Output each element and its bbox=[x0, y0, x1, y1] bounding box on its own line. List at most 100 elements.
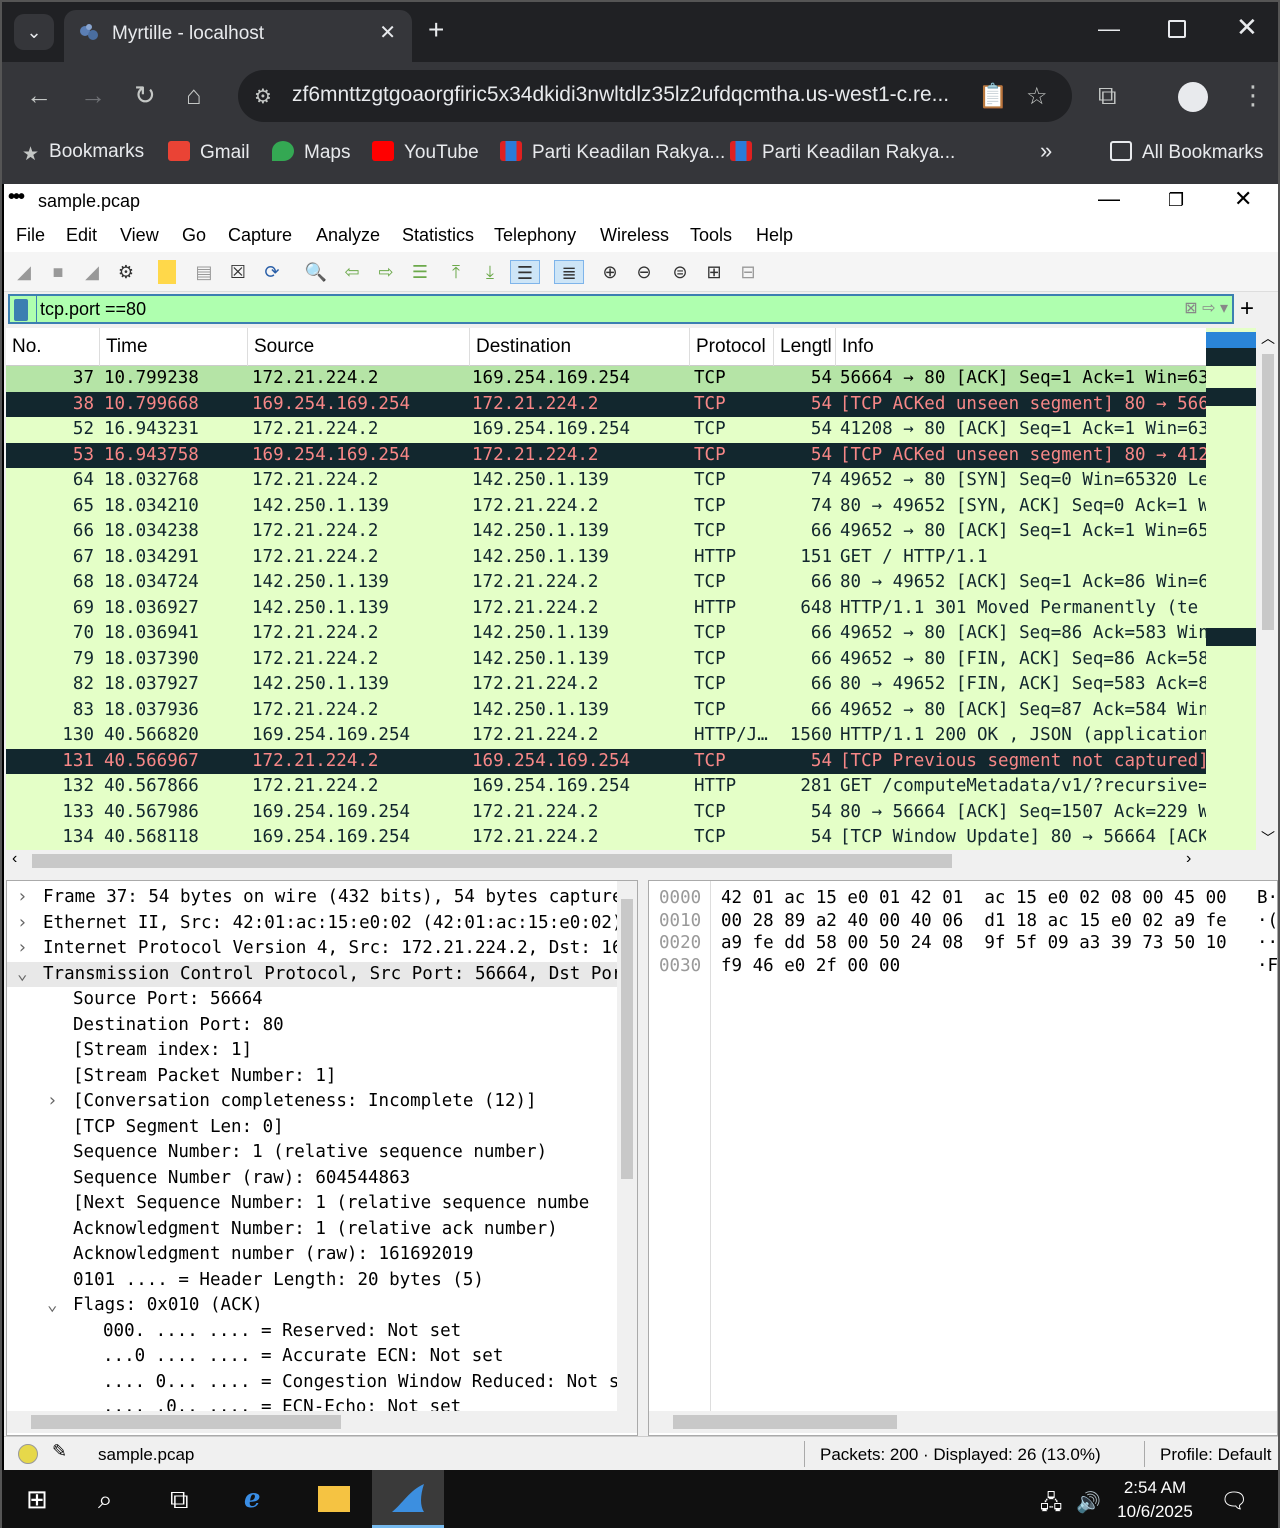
details-hscroll-thumb[interactable] bbox=[31, 1415, 341, 1429]
bookmark-gmail[interactable]: Gmail bbox=[168, 141, 250, 164]
system-menu-icon[interactable]: ••• bbox=[8, 186, 25, 209]
menu-analyze[interactable]: Analyze bbox=[316, 225, 380, 246]
detail-item[interactable]: › [Conversation completeness: Incomplete … bbox=[7, 1089, 619, 1115]
tab-search-button[interactable]: ⌄ bbox=[14, 14, 54, 50]
zoom-in-icon[interactable]: ⊕ bbox=[598, 260, 622, 284]
packet-list-hscroll[interactable]: ‹ › bbox=[6, 850, 1258, 872]
packet-row[interactable]: 66 18.034238 172.21.224.2 142.250.1.139 TCP 6… bbox=[6, 519, 1206, 545]
menu-telephony[interactable]: Telephony bbox=[494, 225, 576, 246]
ws-restore-icon[interactable]: ❐ bbox=[1168, 190, 1184, 211]
menu-go[interactable]: Go bbox=[182, 225, 206, 246]
reload-icon[interactable]: ↻ bbox=[134, 80, 156, 110]
detail-item[interactable]: Sequence Number: 1 (relative sequence nu… bbox=[7, 1140, 619, 1166]
detail-item[interactable]: Acknowledgment Number: 1 (relative ack n… bbox=[7, 1217, 619, 1243]
menu-statistics[interactable]: Statistics bbox=[402, 225, 474, 246]
bookmark-youtube[interactable]: YouTube bbox=[372, 141, 479, 164]
go-back-icon[interactable]: ⇦ bbox=[340, 260, 364, 284]
last-packet-icon[interactable]: ⤓ bbox=[478, 260, 502, 284]
packet-row[interactable]: 130 40.566820 169.254.169.254 172.21.224.2 H… bbox=[6, 723, 1206, 749]
zoom-out-icon[interactable]: ⊖ bbox=[632, 260, 656, 284]
display-filter-input[interactable] bbox=[40, 297, 1140, 321]
autoscroll-icon[interactable]: ☰ bbox=[510, 260, 540, 284]
vscroll-thumb[interactable] bbox=[1262, 354, 1274, 630]
stop-capture-icon[interactable]: ■ bbox=[46, 260, 70, 284]
go-forward-icon[interactable]: ⇨ bbox=[374, 260, 398, 284]
packet-row[interactable]: 79 18.037390 172.21.224.2 142.250.1.139 TCP 6… bbox=[6, 646, 1206, 672]
detail-item[interactable]: Acknowledgment number (raw): 161692019 bbox=[7, 1242, 619, 1268]
col-source[interactable]: Source bbox=[248, 328, 470, 366]
menu-capture[interactable]: Capture bbox=[228, 225, 292, 246]
details-vscroll[interactable] bbox=[617, 881, 637, 1411]
expand-toggle-icon[interactable]: › bbox=[17, 936, 28, 962]
packet-row[interactable]: 38 10.799668 169.254.169.254 172.21.224.2 TC… bbox=[6, 391, 1206, 417]
packet-list-vscroll[interactable]: ︿ ﹀ bbox=[1258, 328, 1278, 850]
menu-view[interactable]: View bbox=[120, 225, 159, 246]
volume-icon[interactable]: 🔊 bbox=[1076, 1486, 1101, 1520]
ws-close-icon[interactable]: ✕ bbox=[1234, 186, 1252, 212]
normal-size-icon[interactable]: ⊜ bbox=[668, 260, 692, 284]
address-bar[interactable]: ⚙ zf6mnttzgtgoaorgfiric5x34dkidi3nwltdlz… bbox=[238, 70, 1072, 122]
forward-icon[interactable]: → bbox=[80, 80, 106, 110]
apply-filter-icon[interactable]: ⇨ bbox=[1202, 300, 1215, 317]
menu-edit[interactable]: Edit bbox=[66, 225, 97, 246]
back-icon[interactable]: ← bbox=[26, 80, 52, 110]
packet-row[interactable]: 64 18.032768 172.21.224.2 142.250.1.139 TCP 7… bbox=[6, 468, 1206, 494]
go-to-packet-icon[interactable]: ☰ bbox=[408, 260, 432, 284]
detail-item[interactable]: Sequence Number (raw): 604544863 bbox=[7, 1166, 619, 1192]
packet-row[interactable]: 133 40.567986 169.254.169.254 172.21.224.2 T… bbox=[6, 799, 1206, 825]
detail-item[interactable]: › Frame 37: 54 bytes on wire (432 bits), … bbox=[7, 885, 619, 911]
detail-item[interactable]: › Ethernet II, Src: 42:01:ac:15:e0:02 (42… bbox=[7, 911, 619, 937]
detail-item[interactable]: Destination Port: 80 bbox=[7, 1013, 619, 1039]
scroll-right-icon[interactable]: › bbox=[1186, 850, 1191, 868]
home-icon[interactable]: ⌂ bbox=[186, 80, 202, 110]
detail-item[interactable]: ...0 .... .... = Accurate ECN: Not set bbox=[7, 1344, 619, 1370]
site-info-icon[interactable]: ⚙ bbox=[254, 84, 272, 109]
internet-explorer-icon[interactable]: e bbox=[244, 1482, 261, 1516]
packet-minimap[interactable] bbox=[1206, 328, 1256, 850]
detail-item[interactable]: 000. .... .... = Reserved: Not set bbox=[7, 1319, 619, 1345]
minimize-icon[interactable]: — bbox=[1098, 16, 1120, 42]
col-no[interactable]: No. bbox=[6, 328, 100, 366]
close-window-icon[interactable]: ✕ bbox=[1236, 12, 1258, 43]
packet-row[interactable]: 83 18.037936 172.21.224.2 142.250.1.139 TCP 6… bbox=[6, 697, 1206, 723]
scroll-left-icon[interactable]: ‹ bbox=[12, 850, 17, 868]
restart-capture-icon[interactable]: ◢ bbox=[80, 260, 104, 284]
detail-item[interactable]: 0101 .... = Header Length: 20 bytes (5) bbox=[7, 1268, 619, 1294]
edit-comment-icon[interactable]: ✎ bbox=[52, 1441, 67, 1462]
packet-row[interactable]: 132 40.567866 172.21.224.2 169.254.169.254 H… bbox=[6, 774, 1206, 800]
col-destination[interactable]: Destination bbox=[470, 328, 690, 366]
ws-minimize-icon[interactable]: — bbox=[1098, 186, 1120, 212]
expand-toggle-icon[interactable]: › bbox=[17, 911, 28, 937]
file-explorer-icon[interactable] bbox=[318, 1486, 350, 1512]
close-tab-icon[interactable]: ✕ bbox=[379, 20, 396, 45]
packet-row[interactable]: 70 18.036941 172.21.224.2 142.250.1.139 TCP 6… bbox=[6, 621, 1206, 647]
notifications-icon[interactable]: 🗨 bbox=[1220, 1484, 1248, 1518]
wireshark-taskbar-item[interactable] bbox=[372, 1470, 444, 1528]
network-icon[interactable]: 🖧 bbox=[1040, 1486, 1062, 1520]
profile-avatar[interactable] bbox=[1178, 82, 1208, 112]
bytes-hscroll-thumb[interactable] bbox=[673, 1415, 897, 1429]
browser-tab[interactable]: Myrtille - localhost ✕ bbox=[64, 10, 412, 62]
details-hscroll[interactable] bbox=[7, 1411, 637, 1433]
expand-toggle-icon[interactable]: › bbox=[47, 1089, 58, 1115]
layout-icon[interactable]: ⊟ bbox=[736, 260, 760, 284]
taskbar-clock[interactable]: 2:54 AM 10/6/2025 bbox=[1112, 1476, 1198, 1524]
detail-item[interactable]: Source Port: 56664 bbox=[7, 987, 619, 1013]
resize-columns-icon[interactable]: ⊞ bbox=[702, 260, 726, 284]
col-info[interactable]: Info bbox=[836, 328, 1206, 366]
bookmark-star-icon[interactable]: ☆ bbox=[1026, 82, 1048, 111]
menu-tools[interactable]: Tools bbox=[690, 225, 732, 246]
detail-item[interactable]: ⌄ Transmission Control Protocol, Src Port… bbox=[7, 961, 619, 988]
hscroll-thumb[interactable] bbox=[32, 854, 952, 868]
bookmark-bookmarks[interactable]: ★ Bookmarks bbox=[22, 141, 144, 165]
expand-toggle-icon[interactable]: ⌄ bbox=[17, 962, 28, 988]
packet-row[interactable]: 134 40.568118 169.254.169.254 172.21.224.2 T… bbox=[6, 825, 1206, 850]
colorize-icon[interactable]: ≣ bbox=[554, 260, 584, 284]
status-profile[interactable]: Profile: Default bbox=[1160, 1445, 1272, 1465]
clear-filter-icon[interactable]: ⊠ bbox=[1184, 300, 1197, 317]
close-file-icon[interactable]: ☒ bbox=[226, 260, 250, 284]
add-filter-button-icon[interactable]: + bbox=[1240, 296, 1254, 322]
expand-toggle-icon[interactable]: › bbox=[17, 885, 28, 911]
bookmark-pkr-1[interactable]: Parti Keadilan Rakya... bbox=[500, 141, 725, 164]
windows-start-icon[interactable]: ⊞ bbox=[26, 1482, 48, 1516]
